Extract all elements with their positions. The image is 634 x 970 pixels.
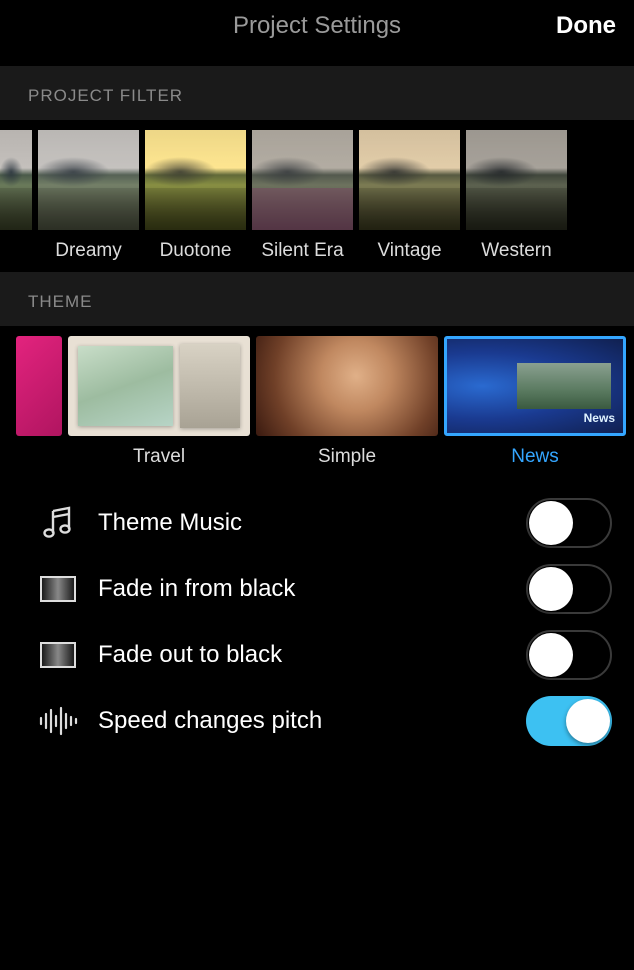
- theme-music-toggle[interactable]: [526, 498, 612, 548]
- theme-item[interactable]: [16, 336, 62, 468]
- toggle-knob: [566, 699, 610, 743]
- theme-label: Travel: [133, 446, 185, 468]
- theme-strip[interactable]: Travel Simple News News: [0, 326, 634, 468]
- theme-label: News: [511, 446, 559, 468]
- filter-label: Duotone: [160, 240, 232, 262]
- project-filter-section: PROJECT FILTER Dreamy Duotone Silent Era…: [0, 66, 634, 262]
- option-fade-out: Fade out to black: [36, 622, 616, 688]
- filter-item[interactable]: [0, 130, 32, 262]
- filter-thumbnail: [252, 130, 353, 230]
- theme-thumbnail: [68, 336, 250, 436]
- theme-item-news[interactable]: News News: [444, 336, 626, 468]
- filter-label: Silent Era: [261, 240, 343, 262]
- fade-in-icon: [36, 567, 80, 611]
- filter-label: Western: [481, 240, 551, 262]
- filter-thumbnail: [38, 130, 139, 230]
- fade-out-icon: [36, 633, 80, 677]
- theme-item-travel[interactable]: Travel: [68, 336, 250, 468]
- filter-label: Vintage: [377, 240, 441, 262]
- theme-header: THEME: [0, 272, 634, 326]
- theme-thumbnail: [16, 336, 62, 436]
- filter-label: Dreamy: [55, 240, 122, 262]
- option-label: Speed changes pitch: [98, 707, 526, 735]
- toggle-knob: [529, 501, 573, 545]
- option-label: Fade out to black: [98, 641, 526, 669]
- theme-label: Simple: [318, 446, 376, 468]
- options-list: Theme Music Fade in from black Fade out …: [0, 468, 634, 754]
- filter-item-vintage[interactable]: Vintage: [359, 130, 460, 262]
- filter-thumbnail: [466, 130, 567, 230]
- theme-thumbnail: [256, 336, 438, 436]
- option-speed-pitch: Speed changes pitch: [36, 688, 616, 754]
- speed-pitch-toggle[interactable]: [526, 696, 612, 746]
- waveform-icon: [36, 699, 80, 743]
- filter-item-western[interactable]: Western: [466, 130, 567, 262]
- option-label: Theme Music: [98, 509, 526, 537]
- filter-thumbnail: [145, 130, 246, 230]
- theme-thumbnail: News: [444, 336, 626, 436]
- toggle-knob: [529, 633, 573, 677]
- theme-badge: News: [584, 411, 615, 425]
- filter-item-dreamy[interactable]: Dreamy: [38, 130, 139, 262]
- filter-thumbnail: [0, 130, 32, 230]
- filter-item-silent-era[interactable]: Silent Era: [252, 130, 353, 262]
- page-title: Project Settings: [233, 12, 401, 40]
- done-button[interactable]: Done: [556, 12, 616, 40]
- theme-item-simple[interactable]: Simple: [256, 336, 438, 468]
- fade-out-toggle[interactable]: [526, 630, 612, 680]
- option-fade-in: Fade in from black: [36, 556, 616, 622]
- music-icon: [36, 501, 80, 545]
- option-label: Fade in from black: [98, 575, 526, 603]
- filter-thumbnail: [359, 130, 460, 230]
- filter-item-duotone[interactable]: Duotone: [145, 130, 246, 262]
- option-theme-music: Theme Music: [36, 490, 616, 556]
- header: Project Settings Done: [0, 0, 634, 56]
- filter-strip[interactable]: Dreamy Duotone Silent Era Vintage Wester…: [0, 120, 634, 262]
- project-filter-header: PROJECT FILTER: [0, 66, 634, 120]
- fade-in-toggle[interactable]: [526, 564, 612, 614]
- theme-section: THEME Travel Simple News News: [0, 272, 634, 468]
- toggle-knob: [529, 567, 573, 611]
